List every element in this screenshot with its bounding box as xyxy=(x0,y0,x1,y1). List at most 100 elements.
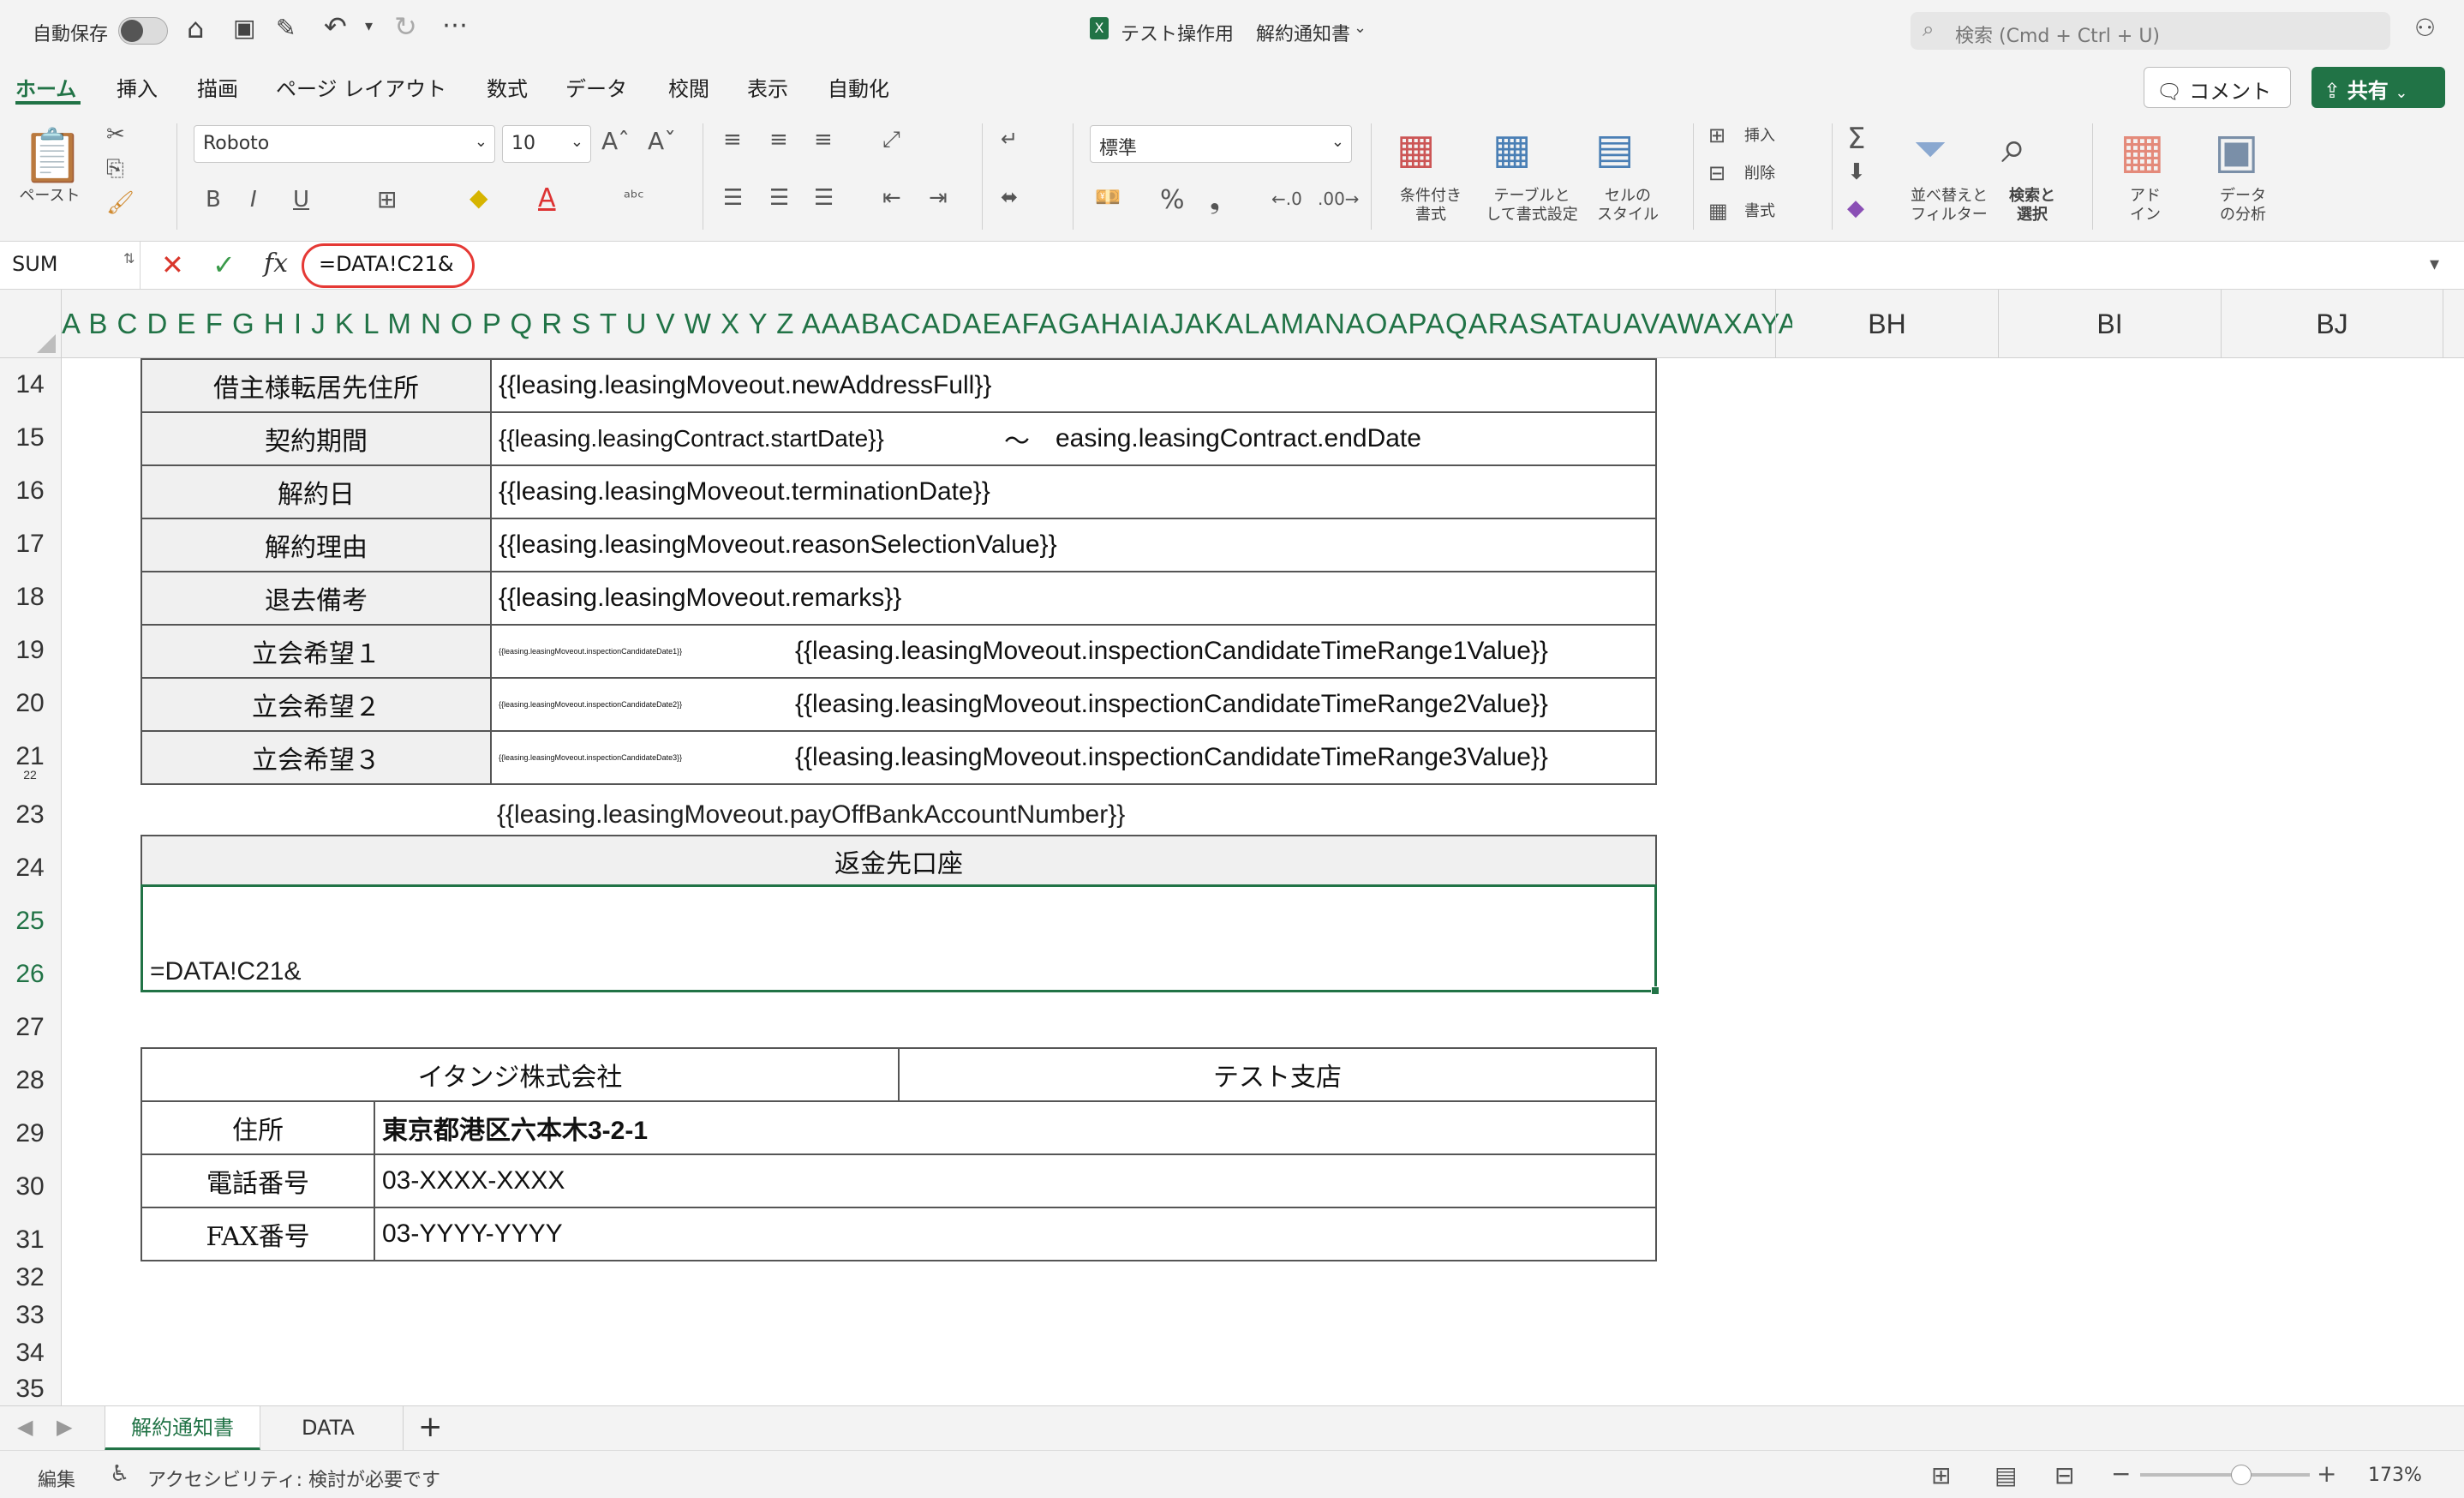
merge-cells-icon[interactable]: ⬌ xyxy=(1001,185,1018,209)
fill-icon[interactable]: ⬇ xyxy=(1847,159,1866,185)
stepper-icon[interactable]: ⇅ xyxy=(123,250,135,267)
orientation-icon[interactable]: ⤢ xyxy=(882,127,900,153)
row-number[interactable]: 32 xyxy=(0,1263,60,1292)
zoom-in-icon[interactable]: + xyxy=(2317,1459,2336,1488)
sheet-tab-termination[interactable]: 解約通知書 xyxy=(105,1406,260,1451)
formula-input[interactable]: =DATA!C21& xyxy=(308,242,2433,290)
conditional-format-icon[interactable]: ▦ xyxy=(1396,125,1435,173)
normal-view-icon[interactable]: ⊞ xyxy=(1931,1461,1951,1489)
select-all-corner[interactable] xyxy=(0,290,62,358)
row-number[interactable]: 18 xyxy=(0,583,60,612)
value-cell-new-address[interactable]: {{leasing.leasingMoveout.newAddressFull}… xyxy=(490,358,1657,413)
value-cell-inspection-1[interactable]: {{leasing.leasingMoveout.inspectionCandi… xyxy=(490,624,1657,679)
row-number[interactable]: 17 xyxy=(0,530,60,559)
zoom-out-icon[interactable]: − xyxy=(2111,1459,2131,1488)
currency-icon[interactable]: 💴 xyxy=(1095,185,1121,209)
zoom-slider-thumb[interactable] xyxy=(2231,1465,2252,1485)
row-number[interactable]: 34 xyxy=(0,1339,60,1368)
comment-button[interactable]: 🗨 コメント xyxy=(2144,67,2291,108)
row-number[interactable]: 14 xyxy=(0,370,60,399)
fax-label-cell[interactable]: FAX番号 xyxy=(141,1207,375,1261)
align-top-icon[interactable]: ≡ xyxy=(723,127,742,153)
fill-handle[interactable] xyxy=(1651,986,1660,995)
row-number[interactable]: 23 xyxy=(0,800,60,830)
function-icon[interactable]: fx xyxy=(264,249,288,279)
font-color-icon[interactable]: A xyxy=(538,183,556,213)
address-value-cell[interactable]: 東京都港区六本木3-2-1 xyxy=(374,1100,1657,1155)
font-name-dropdown[interactable]: Roboto ⌄ xyxy=(194,125,495,163)
label-cell-inspection-1[interactable]: 立会希望１ xyxy=(141,624,492,679)
value-cell-inspection-2[interactable]: {{leasing.leasingMoveout.inspectionCandi… xyxy=(490,677,1657,732)
row-number[interactable]: 22 xyxy=(0,768,60,782)
column-header-bj[interactable]: BJ xyxy=(2221,290,2443,358)
narrow-column-headers[interactable]: A B C D E F G H I J K L M N O P Q R S T … xyxy=(62,290,1792,358)
save-as-icon[interactable]: ✎ xyxy=(276,14,296,42)
value-cell-inspection-3[interactable]: {{leasing.leasingMoveout.inspectionCandi… xyxy=(490,730,1657,785)
phone-label-cell[interactable]: 電話番号 xyxy=(141,1153,375,1208)
tab-review[interactable]: 校閲 xyxy=(668,72,709,102)
copy-icon[interactable]: ⎘ xyxy=(106,156,124,183)
value-cell-remarks[interactable]: {{leasing.leasingMoveout.remarks}} xyxy=(490,571,1657,626)
fax-value-cell[interactable]: 03-YYYY-YYYY xyxy=(374,1207,1657,1261)
enter-icon[interactable]: ✓ xyxy=(212,249,236,281)
row-number[interactable]: 28 xyxy=(0,1066,60,1095)
row-number[interactable]: 19 xyxy=(0,636,60,665)
increase-decimal-icon[interactable]: ←.0 xyxy=(1271,189,1302,209)
tab-page-layout[interactable]: ページ レイアウト xyxy=(276,72,446,102)
bank-account-number-cell[interactable]: {{leasing.leasingMoveout.payOffBankAccou… xyxy=(497,800,1125,830)
address-label-cell[interactable]: 住所 xyxy=(141,1100,375,1155)
column-header-bh[interactable]: BH xyxy=(1775,290,1998,358)
redo-icon[interactable]: ↻ xyxy=(394,10,417,43)
tab-automate[interactable]: 自動化 xyxy=(828,72,889,102)
decrease-decimal-icon[interactable]: .00→ xyxy=(1318,189,1360,209)
tab-formulas[interactable]: 数式 xyxy=(487,72,528,102)
worksheet-grid[interactable]: 14 15 16 17 18 19 20 21 22 23 24 25 26 2… xyxy=(0,358,2464,1405)
value-cell-contract-period[interactable]: {{leasing.leasingContract.startDate}} 〜 … xyxy=(490,411,1657,466)
label-cell-termination-date[interactable]: 解約日 xyxy=(141,464,492,519)
row-number[interactable]: 20 xyxy=(0,689,60,718)
autosum-icon[interactable]: Σ xyxy=(1847,122,1865,156)
zoom-level[interactable]: 173% xyxy=(2368,1465,2422,1486)
bold-button[interactable]: B xyxy=(206,187,221,213)
tab-draw[interactable]: 描画 xyxy=(197,72,238,102)
sheet-tab-data[interactable]: DATA xyxy=(276,1406,380,1451)
row-number[interactable]: 16 xyxy=(0,476,60,506)
delete-cells-icon[interactable]: ⊟ xyxy=(1708,161,1725,185)
zoom-slider[interactable] xyxy=(2140,1465,2310,1485)
number-format-dropdown[interactable]: 標準 ⌄ xyxy=(1090,125,1352,163)
italic-button[interactable]: I xyxy=(250,187,257,213)
format-painter-icon[interactable]: 🖌 xyxy=(106,190,135,216)
page-break-view-icon[interactable]: ⊟ xyxy=(2054,1461,2074,1489)
insert-cells-label[interactable]: 挿入 xyxy=(1744,127,1775,146)
label-cell-new-address[interactable]: 借主様転居先住所 xyxy=(141,358,492,413)
name-box[interactable]: SUM ⇅ xyxy=(0,242,141,290)
tab-view[interactable]: 表示 xyxy=(747,72,788,102)
value-cell-reason[interactable]: {{leasing.leasingMoveout.reasonSelection… xyxy=(490,518,1657,572)
company-name-cell[interactable]: イタンジ株式会社 xyxy=(141,1047,900,1102)
decrease-font-icon[interactable]: Aˇ xyxy=(648,127,676,155)
branch-name-cell[interactable]: テスト支店 xyxy=(898,1047,1657,1102)
row-number-selected[interactable]: 25 xyxy=(0,907,60,936)
decrease-indent-icon[interactable]: ⇤ xyxy=(882,185,901,211)
align-bottom-icon[interactable]: ≡ xyxy=(814,127,833,153)
border-icon[interactable]: ⊞ xyxy=(377,185,397,213)
home-icon[interactable]: ⌂ xyxy=(187,12,204,45)
row-number[interactable]: 27 xyxy=(0,1013,60,1042)
add-sheet-icon[interactable]: + xyxy=(418,1410,443,1444)
search-box[interactable]: ⌕ 検索 (Cmd + Ctrl + U) xyxy=(1911,12,2390,50)
row-number[interactable]: 24 xyxy=(0,854,60,883)
row-number[interactable]: 29 xyxy=(0,1119,60,1148)
align-middle-icon[interactable]: ≡ xyxy=(769,127,788,153)
account-icon[interactable]: ⚇ xyxy=(2414,14,2436,42)
refund-account-header[interactable]: 返金先口座 xyxy=(141,835,1657,886)
label-cell-remarks[interactable]: 退去備考 xyxy=(141,571,492,626)
add-ins-icon[interactable]: ▦ xyxy=(2120,123,2165,179)
fill-color-icon[interactable]: ◆ xyxy=(469,183,488,212)
align-left-icon[interactable]: ☰ xyxy=(723,185,743,211)
find-select-icon[interactable]: ⌕ xyxy=(2001,122,2026,174)
format-cells-label[interactable]: 書式 xyxy=(1744,202,1775,221)
delete-cells-label[interactable]: 削除 xyxy=(1744,165,1775,183)
cell-style-icon[interactable]: ▤ xyxy=(1595,125,1634,173)
align-right-icon[interactable]: ☰ xyxy=(814,185,834,211)
chevron-down-icon[interactable]: ⌄ xyxy=(1354,19,1367,37)
